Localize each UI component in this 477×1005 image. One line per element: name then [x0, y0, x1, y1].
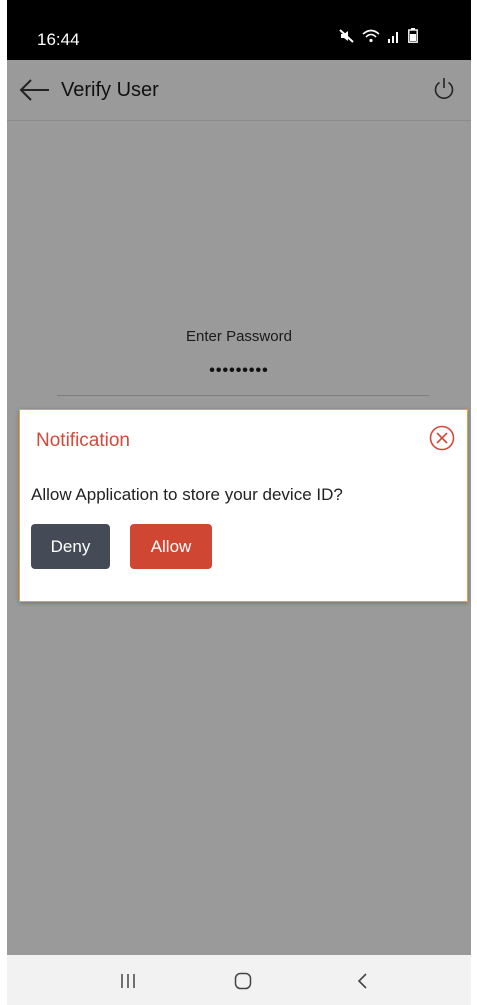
status-icons: [339, 28, 418, 43]
dialog-title: Notification: [36, 430, 130, 451]
screen-frame-left: [0, 0, 7, 1005]
recents-icon[interactable]: [120, 973, 136, 989]
wifi-icon: [362, 29, 380, 42]
battery-icon: [408, 28, 418, 43]
allow-button[interactable]: Allow: [130, 524, 212, 569]
home-icon[interactable]: [234, 972, 252, 990]
arrow-left-icon[interactable]: [19, 78, 51, 102]
back-icon[interactable]: [357, 972, 369, 990]
page-title: Verify User: [61, 79, 159, 101]
screen-frame-right: [471, 0, 477, 1005]
power-icon[interactable]: [431, 76, 457, 102]
password-field[interactable]: •••••••••: [7, 362, 471, 380]
status-time: 16:44: [37, 30, 80, 49]
dialog-message: Allow Application to store your device I…: [31, 485, 343, 504]
status-bar: 16:44: [7, 0, 471, 60]
mute-icon: [339, 28, 354, 43]
deny-button[interactable]: Deny: [31, 524, 110, 569]
password-label: Enter Password: [186, 328, 292, 345]
app-bar: Verify User: [7, 60, 471, 121]
password-underline: [57, 395, 429, 396]
close-icon[interactable]: [429, 425, 455, 451]
signal-icon: [388, 31, 398, 43]
notification-dialog: Notification Allow Application to store …: [19, 409, 468, 602]
system-nav-bar: [7, 955, 471, 1005]
